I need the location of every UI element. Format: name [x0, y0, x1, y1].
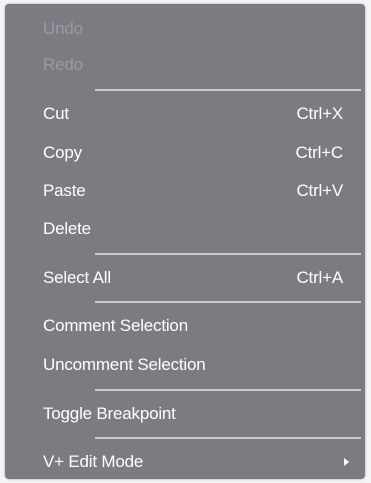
menu-item-delete[interactable]: Delete — [5, 214, 365, 244]
menu-separator — [95, 389, 361, 391]
menu-item-label: Undo — [43, 19, 83, 38]
menu-item-edit-mode[interactable]: V+ Edit Mode — [5, 447, 365, 477]
submenu-arrow-icon — [344, 458, 349, 466]
menu-item-copy[interactable]: Copy Ctrl+C — [5, 138, 365, 168]
menu-item-label: Cut — [43, 104, 69, 123]
menu-item-shortcut: Ctrl+X — [296, 104, 343, 123]
menu-item-label: Copy — [43, 143, 82, 162]
menu-item-label: Uncomment Selection — [43, 355, 206, 374]
menu-item-shortcut: Ctrl+V — [296, 181, 343, 200]
menu-item-label: Comment Selection — [43, 316, 188, 335]
menu-item-paste[interactable]: Paste Ctrl+V — [5, 176, 365, 206]
menu-item-comment-selection[interactable]: Comment Selection — [5, 311, 365, 341]
menu-item-uncomment-selection[interactable]: Uncomment Selection — [5, 350, 365, 380]
menu-item-label: Toggle Breakpoint — [43, 404, 176, 423]
menu-item-undo: Undo — [5, 14, 365, 44]
menu-item-shortcut: Ctrl+C — [295, 143, 344, 162]
menu-item-select-all[interactable]: Select All Ctrl+A — [5, 263, 365, 293]
menu-separator — [95, 301, 361, 303]
menu-item-cut[interactable]: Cut Ctrl+X — [5, 99, 365, 129]
menu-item-label: Delete — [43, 219, 91, 238]
menu-item-label: Paste — [43, 181, 86, 200]
menu-item-toggle-breakpoint[interactable]: Toggle Breakpoint — [5, 399, 365, 429]
menu-separator — [95, 89, 361, 91]
menu-separator — [95, 253, 361, 255]
menu-item-redo: Redo — [5, 50, 365, 80]
context-menu: Undo Redo Cut Ctrl+X Copy Ctrl+C Paste C… — [5, 4, 365, 479]
menu-item-shortcut: Ctrl+A — [296, 268, 343, 287]
menu-item-label: V+ Edit Mode — [43, 452, 144, 471]
menu-separator — [95, 437, 361, 439]
menu-item-label: Select All — [43, 268, 111, 287]
menu-item-label: Redo — [43, 55, 83, 74]
